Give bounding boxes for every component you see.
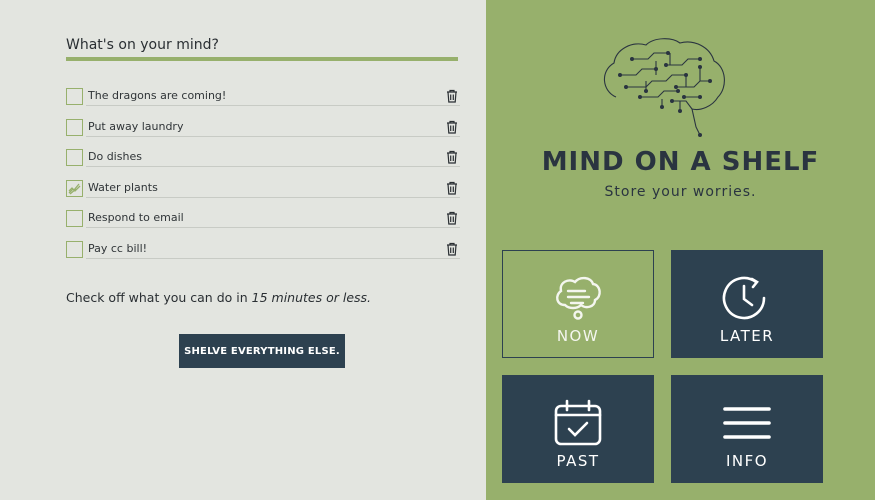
app-title: MIND ON A SHELF	[541, 147, 820, 177]
todo-label[interactable]: Do dishes	[88, 150, 142, 163]
now-label: NOW	[556, 327, 600, 345]
now-tile[interactable]: NOW	[502, 250, 654, 358]
todo-label[interactable]: Respond to email	[88, 211, 184, 224]
todo-item: Water plants	[66, 178, 460, 209]
hamburger-menu-icon	[723, 407, 771, 439]
todo-item: The dragons are coming!	[66, 86, 460, 117]
clock-icon	[722, 276, 766, 320]
todo-item: Respond to email	[66, 208, 460, 239]
todo-underline	[86, 196, 460, 198]
todo-label[interactable]: The dragons are coming!	[88, 89, 226, 102]
later-label: LATER	[719, 327, 775, 345]
app-tagline: Store your worries.	[604, 184, 757, 200]
todo-underline	[86, 135, 460, 137]
thought-bubble-icon	[556, 276, 601, 320]
todo-checkbox[interactable]	[66, 88, 83, 105]
todo-panel: What's on your mind? The dragons are com…	[0, 0, 486, 500]
todo-item: Do dishes	[66, 147, 460, 178]
todo-list: The dragons are coming! Put away laundry…	[66, 86, 460, 269]
todo-label[interactable]: Pay cc bill!	[88, 242, 147, 255]
todo-checkbox[interactable]	[66, 149, 83, 166]
circuit-brain-icon	[603, 38, 725, 137]
hint-text: Check off what you can do in 15 minutes …	[66, 290, 371, 305]
trash-icon[interactable]	[446, 242, 458, 256]
todo-underline	[86, 166, 460, 167]
past-label: PAST	[556, 452, 600, 470]
past-tile[interactable]: PAST	[502, 375, 654, 483]
todo-checkbox-checked[interactable]	[66, 179, 83, 197]
trash-icon[interactable]	[446, 211, 458, 225]
hint-emphasis: 15 minutes or less.	[251, 290, 372, 305]
todo-label[interactable]: Put away laundry	[88, 120, 183, 133]
shelve-button[interactable]: SHELVE EVERYTHING ELSE.	[179, 334, 345, 368]
trash-icon[interactable]	[446, 150, 458, 164]
info-tile[interactable]: INFO	[671, 375, 823, 483]
trash-icon[interactable]	[446, 181, 458, 195]
todo-item: Pay cc bill!	[66, 239, 460, 270]
todo-item: Put away laundry	[66, 117, 460, 148]
later-tile[interactable]: LATER	[671, 250, 823, 358]
info-label: INFO	[725, 452, 769, 470]
prompt-divider	[66, 57, 458, 61]
check-scribble-icon	[68, 183, 81, 194]
todo-underline	[86, 105, 460, 106]
todo-checkbox[interactable]	[66, 118, 83, 136]
todo-checkbox[interactable]	[66, 210, 83, 227]
todo-underline	[86, 227, 460, 228]
trash-icon[interactable]	[446, 89, 458, 103]
calendar-check-icon	[554, 399, 602, 446]
prompt-label: What's on your mind?	[66, 37, 219, 53]
todo-label[interactable]: Water plants	[88, 181, 158, 194]
todo-checkbox[interactable]	[66, 240, 83, 258]
trash-icon[interactable]	[446, 120, 458, 134]
hint-prefix: Check off what you can do in	[66, 290, 252, 305]
todo-underline	[86, 257, 460, 259]
